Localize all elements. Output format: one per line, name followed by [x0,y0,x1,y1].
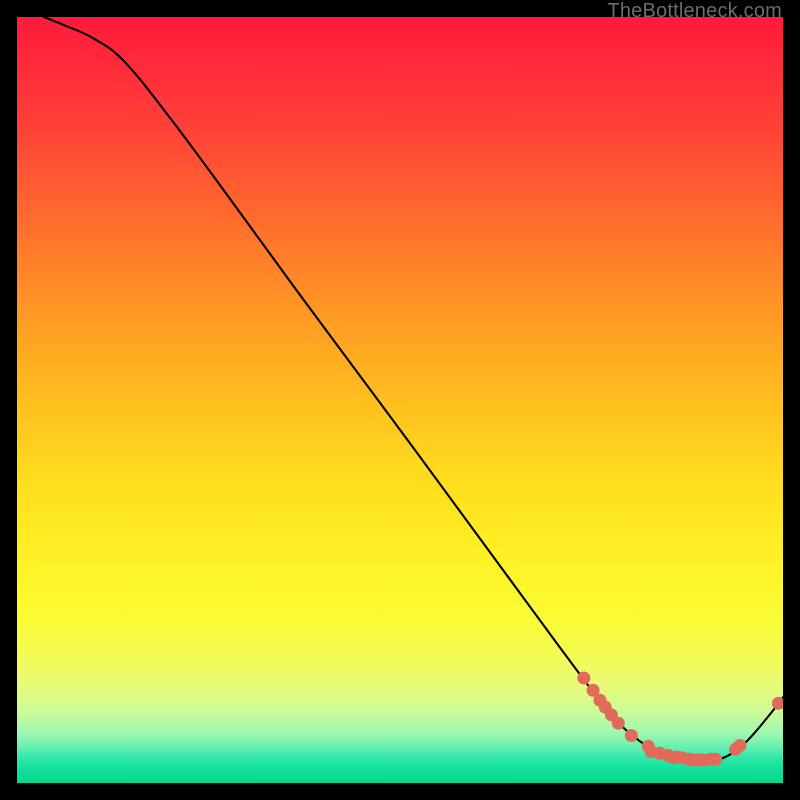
marker-dot [709,753,722,766]
chart-stage: TheBottleneck.com [0,0,800,800]
marker-dot [772,697,783,710]
marker-dot [612,717,625,730]
plot-area [17,17,783,783]
marker-dot [625,729,638,742]
curve-line [44,17,783,760]
marker-dots [577,672,783,767]
marker-dot [734,739,747,752]
marker-dot [577,672,590,685]
chart-svg [17,17,783,783]
